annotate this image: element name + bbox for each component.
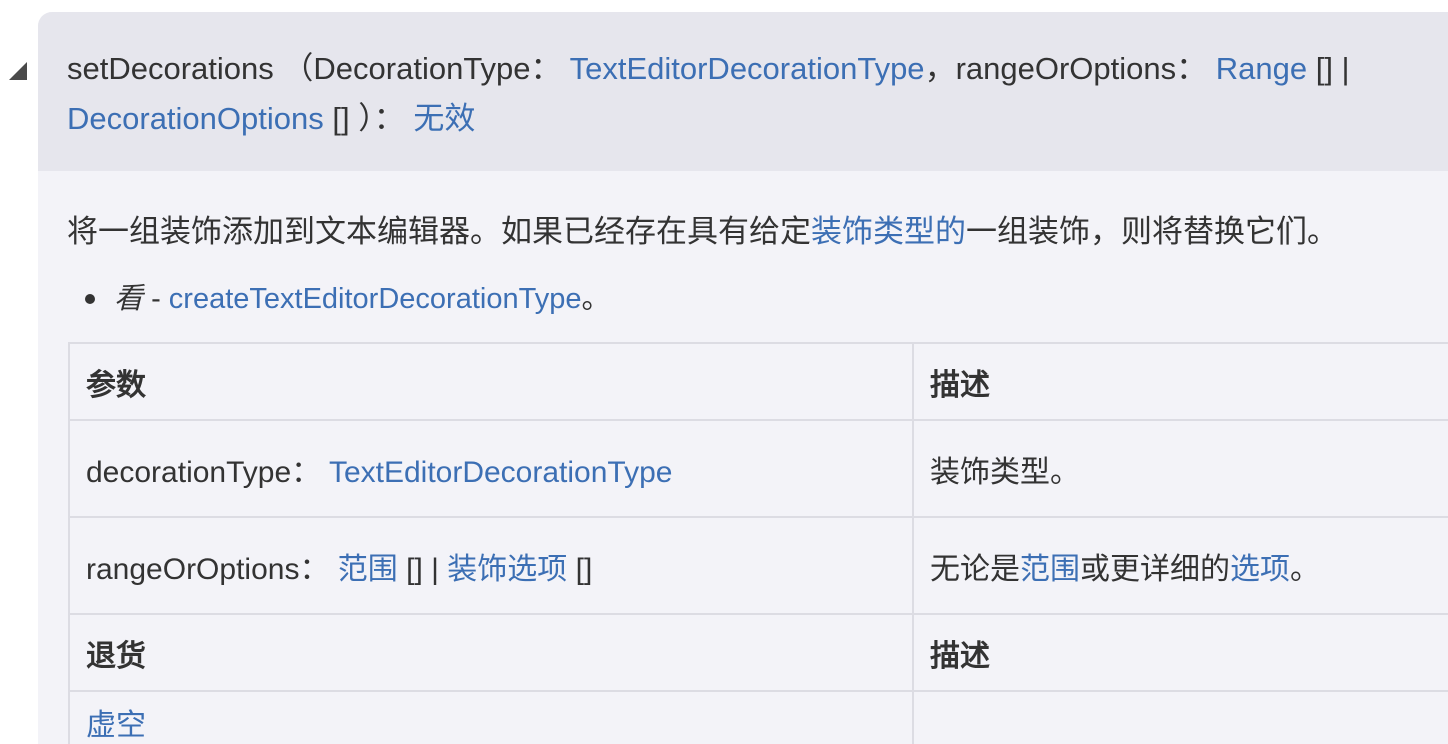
options-link[interactable]: 选项 <box>1230 553 1290 586</box>
param1-name: DecorationType <box>313 51 531 86</box>
decoration-options-link[interactable]: 装饰选项 <box>447 553 567 586</box>
param-column-header: 参数 <box>68 342 914 421</box>
returns-column-header: 退货 <box>68 613 914 692</box>
see-separator: - <box>143 283 169 315</box>
collapse-triangle-icon[interactable] <box>9 62 27 80</box>
table-row: decorationType： TextEditorDecorationType… <box>68 419 1448 518</box>
colon: ： <box>299 552 330 586</box>
range-type-link[interactable]: 范围 <box>338 553 398 586</box>
return-type-cell: 虚空 <box>68 690 914 744</box>
open-paren: （ <box>273 51 314 86</box>
param2-name: rangeOrOptions <box>955 51 1177 86</box>
member-body: 将一组装饰添加到文本编辑器。如果已经存在具有给定装饰类型的一组装饰，则将替换它们… <box>38 171 1448 322</box>
return-description-cell <box>912 690 1448 744</box>
method-signature: setDecorations （DecorationType： TextEdit… <box>38 12 1448 171</box>
page: setDecorations （DecorationType： TextEdit… <box>0 0 1448 744</box>
see-end: 。 <box>581 283 611 315</box>
bullet-icon <box>85 294 95 304</box>
desc-text-end: 。 <box>1290 552 1320 586</box>
decoration-type-link[interactable]: 装饰类型的 <box>811 214 966 249</box>
comma: ， <box>924 51 956 86</box>
param-type-link[interactable]: TextEditorDecorationType <box>329 456 673 489</box>
table-row: 虚空 <box>68 690 1448 744</box>
param-cell: rangeOrOptions： 范围 [] | 装饰选项 [] <box>68 516 914 615</box>
see-also-list: 看 - createTextEditorDecorationType。 <box>67 275 1448 322</box>
desc-text: 或更详细的 <box>1080 552 1230 586</box>
description-text: 将一组装饰添加到文本编辑器。如果已经存在具有给定 <box>67 214 811 249</box>
param2-type-range-link[interactable]: Range <box>1216 51 1307 86</box>
description-text-end: 一组装饰，则将替换它们。 <box>966 214 1338 249</box>
void-type-link[interactable]: 虚空 <box>86 709 146 742</box>
list-item: 看 - createTextEditorDecorationType。 <box>85 275 1448 322</box>
api-member-card: setDecorations （DecorationType： TextEdit… <box>38 12 1448 744</box>
range-link[interactable]: 范围 <box>1020 553 1080 586</box>
table-header-row: 参数 描述 <box>68 342 1448 421</box>
description-column-header: 描述 <box>912 342 1448 421</box>
desc-text: 无论是 <box>930 552 1020 586</box>
method-name: setDecorations <box>67 51 274 86</box>
param-description-cell: 无论是范围或更详细的选项。 <box>912 516 1448 615</box>
array-union: [] | <box>397 552 439 586</box>
signature-close: [] ）： <box>323 101 405 136</box>
create-decoration-type-link[interactable]: createTextEditorDecorationType <box>169 283 582 315</box>
member-description: 将一组装饰添加到文本编辑器。如果已经存在具有给定装饰类型的一组装饰，则将替换它们… <box>67 171 1448 257</box>
param1-type-link[interactable]: TextEditorDecorationType <box>570 51 925 86</box>
colon: ： <box>530 51 562 86</box>
returns-description-header: 描述 <box>912 613 1448 692</box>
array-union: [] | <box>1307 51 1350 86</box>
param-name: rangeOrOptions <box>86 552 300 586</box>
colon: ： <box>291 455 322 489</box>
array-suffix: [] <box>567 552 593 586</box>
param-name: decorationType <box>86 455 292 489</box>
parameters-table: 参数 描述 decorationType： TextEditorDecorati… <box>68 342 1448 744</box>
see-label: 看 <box>114 281 144 315</box>
param-cell: decorationType： TextEditorDecorationType <box>68 419 914 518</box>
table-row: rangeOrOptions： 范围 [] | 装饰选项 [] 无论是范围或更详… <box>68 516 1448 615</box>
param-description-cell: 装饰类型。 <box>912 419 1448 518</box>
colon: ： <box>1176 51 1208 86</box>
returns-header-row: 退货 描述 <box>68 613 1448 692</box>
param2-type-options-link[interactable]: DecorationOptions <box>67 101 324 136</box>
return-type-link[interactable]: 无效 <box>413 101 475 136</box>
